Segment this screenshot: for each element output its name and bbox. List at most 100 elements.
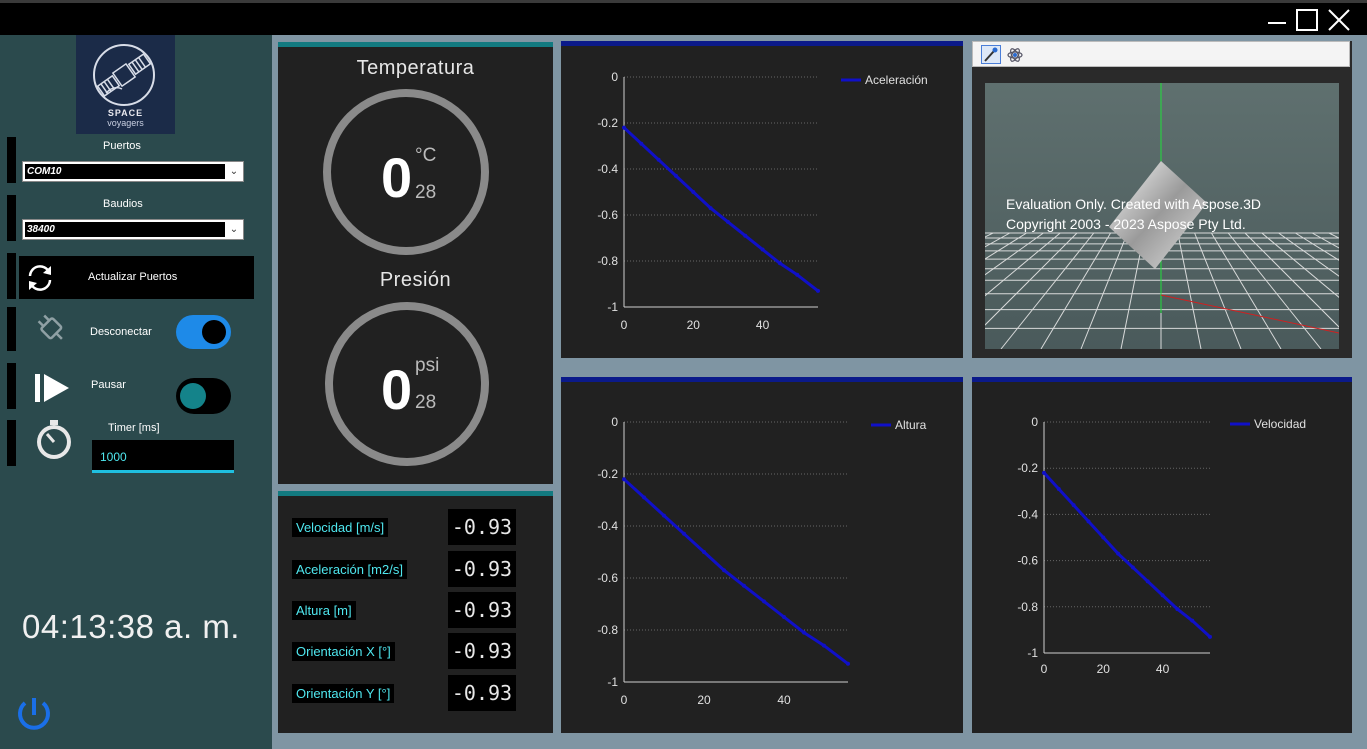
- data-point: [777, 261, 782, 266]
- magic-wand-icon: [984, 47, 998, 62]
- velocity-chart: 0-0.2-0.4-0.6-0.8-10 20 40Velocidad: [1017, 415, 1306, 676]
- refresh-ports-button[interactable]: Actualizar Puertos: [19, 256, 254, 299]
- plug-icon: [37, 314, 63, 340]
- toggle-knob: [180, 383, 206, 409]
- y-tick-label: -0.8: [597, 623, 618, 637]
- orientation-y-value: -0.93: [448, 675, 516, 711]
- stopwatch-icon: [37, 420, 71, 459]
- data-point: [795, 272, 800, 277]
- timer-marker: [7, 420, 16, 466]
- data-point: [725, 219, 730, 224]
- pause-toggle[interactable]: [176, 378, 231, 414]
- disconnect-toggle[interactable]: [176, 315, 231, 349]
- x-tick-label: 0: [621, 318, 628, 332]
- puertos-value: COM10: [25, 164, 225, 179]
- data-point: [762, 599, 766, 604]
- altitude-label: Altura [m]: [292, 601, 356, 620]
- data-point: [743, 233, 748, 238]
- x-tick-label: 20: [687, 318, 701, 332]
- data-point: [782, 615, 786, 619]
- data-point: [1175, 607, 1180, 612]
- data-point: [682, 531, 686, 536]
- data-point: [1042, 470, 1046, 475]
- x-tick-label: 40: [777, 693, 791, 707]
- data-point: [822, 643, 826, 648]
- y-tick-label: -1: [607, 675, 618, 689]
- y-tick-label: -0.6: [597, 571, 618, 585]
- data-point: [702, 550, 706, 554]
- altitude-chart-panel: 0 -0.2 -0.4 -0.6 -0.8 -1 0 20 40 Altura: [561, 377, 963, 733]
- close-button[interactable]: [1326, 9, 1352, 33]
- x-tick-label: 0: [1041, 662, 1048, 676]
- data-point: [1130, 565, 1135, 570]
- velocity-chart-panel: 0 -0.2 -0.4 -0.6 -0.8 -1 0 20 40 Velocidad: [972, 377, 1352, 733]
- minimize-button[interactable]: [1264, 9, 1290, 33]
- timer-input[interactable]: 1000: [92, 440, 234, 473]
- y-tick-label: -0.8: [597, 254, 618, 268]
- data-point: [1208, 634, 1212, 639]
- data-point: [816, 288, 820, 293]
- refresh-icon: [28, 265, 52, 291]
- x-tick-label: 40: [1156, 662, 1170, 676]
- temperature-title: Temperatura: [356, 57, 475, 79]
- baudios-marker: [7, 195, 16, 241]
- data-point: [642, 495, 646, 500]
- pause-label: Pausar: [91, 379, 126, 391]
- y-tick-label: -0.8: [1017, 600, 1038, 614]
- power-button[interactable]: [14, 695, 54, 735]
- data-point: [639, 141, 644, 146]
- data-point: [1190, 618, 1195, 623]
- toggle-knob: [202, 320, 226, 344]
- puertos-label: Puertos: [103, 140, 141, 152]
- y-tick-label: -0.4: [597, 519, 618, 533]
- y-tick-label: 0: [611, 70, 618, 84]
- y-tick-label: -0.6: [597, 208, 618, 222]
- y-tick-label: -0.4: [597, 162, 618, 176]
- data-point: [1145, 579, 1150, 584]
- x-tick-label: 20: [1097, 662, 1111, 676]
- atom-icon[interactable]: [1006, 46, 1024, 64]
- chevron-down-icon[interactable]: ⌄: [225, 162, 243, 181]
- x-tick-label: 20: [697, 693, 711, 707]
- space-voyagers-logo: SPACE voyagers: [76, 35, 175, 134]
- data-point: [622, 477, 626, 482]
- acceleration-chart-panel: 0 -0.2 -0.4 -0.6 -0.8 -1 0 20 40 Aceleración: [561, 41, 963, 358]
- minimize-icon: [1268, 22, 1286, 24]
- pressure-value: 0: [381, 358, 413, 421]
- disconnect-marker: [7, 307, 16, 351]
- title-bar: [0, 0, 1367, 35]
- puertos-marker: [7, 137, 16, 183]
- puertos-dropdown[interactable]: COM10 ⌄: [22, 161, 244, 182]
- orientation-x-label: Orientación X [°]: [292, 642, 395, 661]
- series-line: [622, 126, 819, 293]
- disconnect-label: Desconectar: [90, 326, 152, 338]
- y-tick-label: -0.6: [1017, 554, 1038, 568]
- data-point: [1056, 486, 1061, 491]
- data-point: [1160, 593, 1165, 598]
- pick-tool-button[interactable]: [981, 45, 1001, 64]
- baudios-label: Baudios: [103, 198, 143, 210]
- timer-input-value: 1000: [100, 450, 127, 464]
- baudios-dropdown[interactable]: 38400 ⌄: [22, 219, 244, 240]
- logo-text-voyagers: voyagers: [107, 118, 144, 128]
- y-tick-label: -0.2: [597, 116, 618, 130]
- data-point: [1086, 519, 1091, 524]
- data-point: [802, 630, 806, 635]
- readouts-panel: Velocidad [m/s] -0.93 Aceleración [m2/s]…: [278, 491, 553, 733]
- velocity-label: Velocidad [m/s]: [292, 518, 389, 537]
- chevron-down-icon[interactable]: ⌄: [225, 220, 243, 239]
- data-point: [708, 206, 713, 211]
- pressure-unit: psi: [415, 355, 440, 376]
- maximize-button[interactable]: [1294, 9, 1320, 33]
- x-tick-label: 40: [756, 318, 770, 332]
- acceleration-label: Aceleración [m2/s]: [292, 560, 407, 579]
- y-tick-label: -0.2: [597, 467, 618, 481]
- clock: 04:13:38 a. m.: [22, 608, 240, 645]
- data-point: [656, 157, 661, 162]
- legend-label: Aceleración: [865, 73, 928, 87]
- data-point: [722, 568, 726, 573]
- data-point: [1071, 503, 1076, 508]
- legend-label: Velocidad: [1254, 417, 1306, 431]
- series-line: [622, 478, 849, 665]
- viewer-toolbar: [972, 41, 1350, 67]
